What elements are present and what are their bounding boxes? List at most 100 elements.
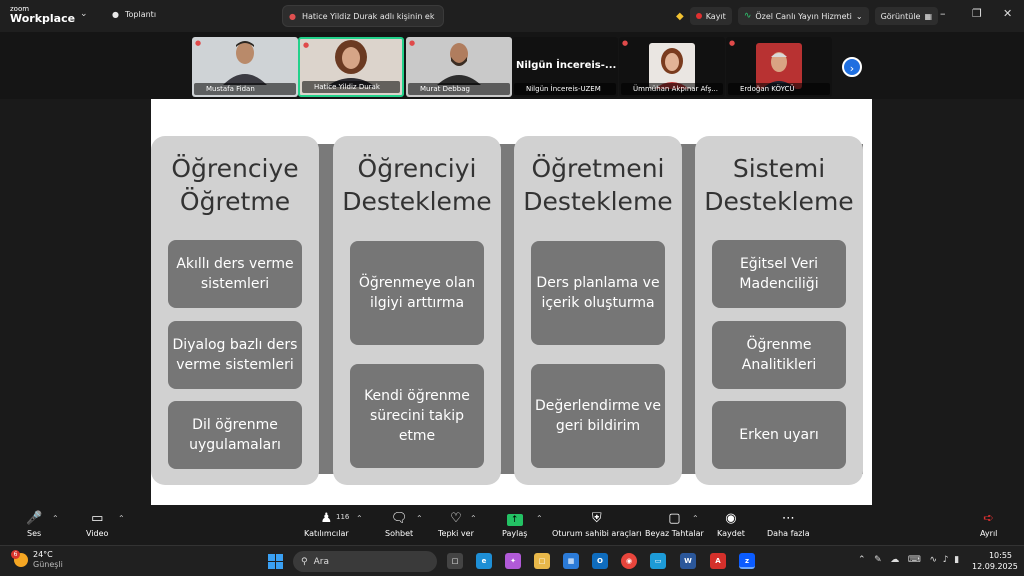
minimize-icon[interactable]: – [940,7,946,20]
mic-off-icon: ● [289,11,296,21]
chat-icon: 🗨 [390,511,408,526]
more-button[interactable]: ⋯ Daha fazla [767,511,810,538]
taskbar-search[interactable]: ⚲ Ara [293,551,437,572]
paw-icon: ● [112,10,119,19]
weather-widget[interactable]: 6 24°C Güneşli [11,550,63,570]
store-icon[interactable]: ▦ [563,553,579,569]
host-tools-button[interactable]: ⛨ Oturum sahibi araçları [552,511,642,538]
weather-badge: 6 [11,550,20,559]
leave-label: Ayrıl [980,529,998,538]
slide-item: Dil öğrenme uygulamaları [168,401,302,469]
audio-label: Ses [27,529,42,538]
next-page-button[interactable]: › [842,57,862,77]
video-options-caret[interactable]: ⌃ [118,514,125,523]
view-button[interactable]: Görüntüle ▦ [874,7,938,25]
sun-icon: 6 [11,550,28,567]
participant-tile[interactable]: ● Mustafa Fidan [192,37,298,97]
video-label: Video [86,529,109,538]
shield-icon[interactable]: ◆ [676,11,684,22]
slide-item: Akıllı ders verme sistemleri [168,240,302,308]
whiteboard-label: Beyaz Tahtalar [645,529,704,538]
slide-item: Öğrenmeye olan ilgiyi arttırma [350,241,484,345]
audio-button[interactable]: 🎤 Ses [26,511,42,538]
active-speaker-pill[interactable]: ● Hatice Yildiz Durak adlı kişinin ek ⋯ [282,5,444,27]
audio-options-caret[interactable]: ⌃ [52,514,59,523]
monitor-icon[interactable]: ▭ [650,553,666,569]
participant-tile[interactable]: ● Murat Debbag [406,37,512,97]
wifi-icon: ∿ [929,555,938,565]
record-button[interactable]: ◉ Kaydet [717,511,745,538]
chevron-up-icon: ⌃ [858,555,866,565]
more-icon: ⋯ [781,511,795,526]
restore-icon[interactable]: ❐ [972,7,982,20]
taskbar-clock[interactable]: 10:55 12.09.2025 [972,550,1018,572]
acrobat-icon[interactable]: A [710,553,726,569]
pen-icon: ✎ [874,555,882,565]
record-indicator[interactable]: Kayıt [689,7,732,25]
column-title-line: Öğretme [179,187,291,216]
system-tray[interactable]: ⌃ ✎ ☁ ⌨ ∿ ♪ ▮ [858,555,959,565]
zoom-app-icon[interactable]: z [739,553,755,569]
slide-item: Öğrenme Analitikleri [712,321,846,389]
mic-off-icon: ● [729,39,736,47]
slide-item: Erken uyarı [712,401,846,469]
clock-date: 12.09.2025 [972,562,1018,571]
participant-tile[interactable]: ● Erdoğan KÖYCÜ [726,37,832,97]
video-button[interactable]: ▭ Video [86,511,108,538]
share-screen-button[interactable]: ↑ Paylaş [502,511,527,538]
task-view-icon[interactable]: □ [447,553,463,569]
outlook-icon[interactable]: O [592,553,608,569]
participant-name: Hatice Yildiz Durak [302,81,400,93]
slide-column-teacher-support: Öğretmeni Destekleme Ders planlama ve iç… [514,136,682,485]
participants-options-caret[interactable]: ⌃ [356,514,363,523]
slide-item: Diyalog bazlı ders verme sistemleri [168,321,302,389]
windows-taskbar: 6 24°C Güneşli ⚲ Ara □ e ✦ □ ▦ O ◉ ▭ W A… [0,545,1024,576]
leave-button[interactable]: ➪ Ayrıl [980,511,997,538]
meetings-button[interactable]: ● Toplantı [112,10,156,19]
participant-name: Erdoğan KÖYCÜ [728,83,830,95]
windows-start-icon[interactable] [268,554,283,569]
close-icon[interactable]: ✕ [1003,7,1012,20]
title-bar-controls: ◆ Kayıt ∿ Özel Canlı Yayın Hizmeti ⌄ Gör… [676,6,938,26]
react-button[interactable]: ♡ Tepki ver [438,511,474,538]
live-stream-indicator[interactable]: ∿ Özel Canlı Yayın Hizmeti ⌄ [737,7,869,25]
react-options-caret[interactable]: ⌃ [470,514,477,523]
word-icon[interactable]: W [680,553,696,569]
chat-button[interactable]: 🗨 Sohbet [385,511,413,538]
participant-tile-active-speaker[interactable]: ● Hatice Yildiz Durak [298,37,404,97]
zoom-logo: zoom Workplace [10,4,75,24]
more-icon[interactable]: ⋯ [442,10,443,22]
whiteboard-options-caret[interactable]: ⌃ [692,514,699,523]
participant-tile[interactable]: Nilgün İncereis-... Nilgün İncereis-UZEM [512,37,618,97]
chat-options-caret[interactable]: ⌃ [416,514,423,523]
participant-name-display: Nilgün İncereis-... [516,60,617,71]
record-dot-icon [695,13,702,19]
stream-label: Özel Canlı Yayın Hizmeti [755,11,852,21]
cloud-icon: ☁ [890,555,900,565]
share-options-caret[interactable]: ⌃ [536,514,543,523]
column-title: Öğretmeni Destekleme [514,152,682,218]
search-icon: ⚲ [301,556,308,567]
slide-column-student-teaching: Öğrenciye Öğretme Akıllı ders verme sist… [151,136,319,485]
mic-off-icon: ● [195,39,202,47]
edge-icon[interactable]: e [476,553,492,569]
participant-name: Murat Debbag [408,83,510,95]
chevron-right-icon: › [849,62,855,75]
mic-off-icon: ● [409,39,416,47]
meeting-toolbar: 🎤 Ses ⌃ ▭ Video ⌃ ♟ Katılımcılar 116 ⌃ 🗨… [0,505,1024,545]
title-bar: zoom Workplace ⌄ ● Toplantı ● Hatice Yil… [0,0,1024,32]
zoom-window: zoom Workplace ⌄ ● Toplantı ● Hatice Yil… [0,0,1024,576]
participant-tile[interactable]: ● Ümmühan Akpınar Afş... [619,37,725,97]
participant-video [223,41,267,85]
chevron-down-icon[interactable]: ⌄ [80,9,88,19]
chrome-icon[interactable]: ◉ [621,553,637,569]
slide-item: Eğitsel Veri Madenciliği [712,240,846,308]
more-label: Daha fazla [767,529,810,538]
participant-count: 116 [336,513,350,521]
file-explorer-icon[interactable]: □ [534,553,550,569]
record-label: Kayıt [705,11,726,21]
shared-screen: Öğrenciye Öğretme Akıllı ders verme sist… [151,99,872,505]
copilot-icon[interactable]: ✦ [505,553,521,569]
mic-off-icon: ● [303,41,310,49]
column-title: Sistemi Destekleme [695,152,863,218]
